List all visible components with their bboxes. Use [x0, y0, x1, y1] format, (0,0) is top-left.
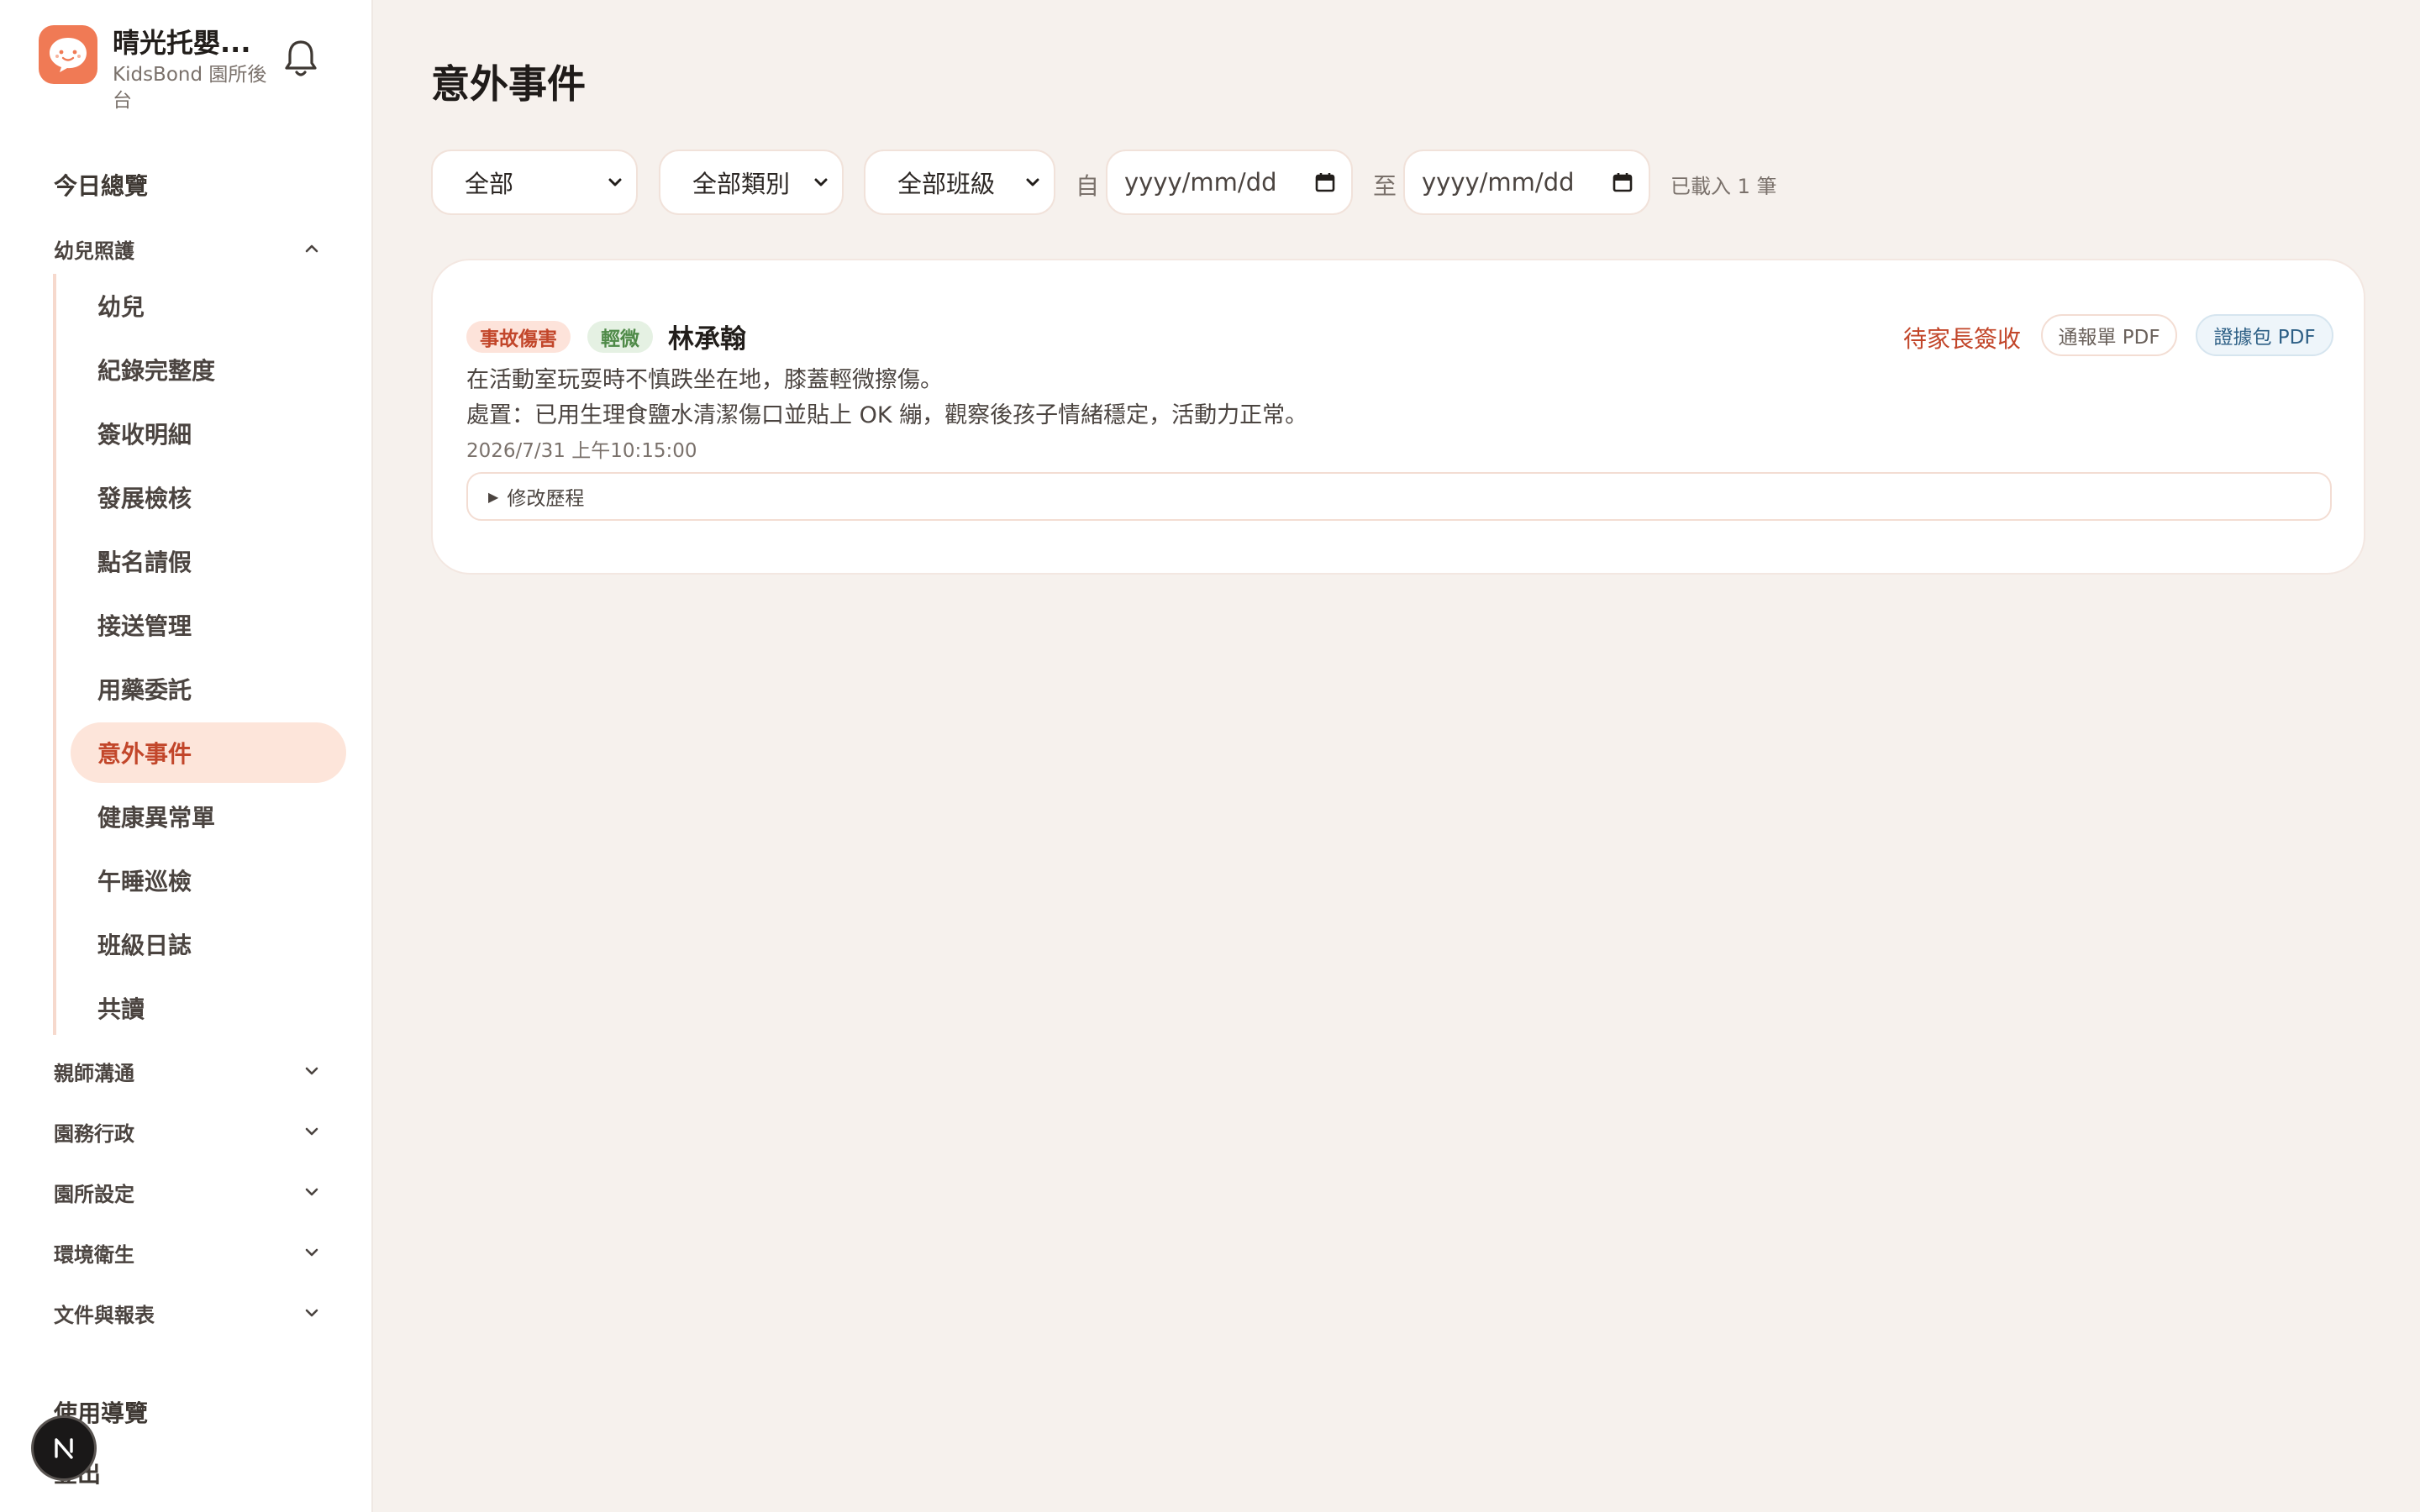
- date-to-input[interactable]: yyyy/mm/dd: [1403, 150, 1650, 215]
- chevron-down-icon: [305, 1248, 318, 1257]
- date-to-placeholder: yyyy/mm/dd: [1422, 168, 1575, 197]
- sidebar-group-label: 園務行政: [54, 1121, 134, 1146]
- revision-history-label: 修改歷程: [507, 488, 585, 510]
- sidebar-group-label: 文件與報表: [54, 1303, 155, 1327]
- category-filter-select[interactable]: 全部類別: [659, 150, 844, 215]
- chevron-down-icon: [814, 178, 828, 186]
- severity-badge: 輕微: [587, 321, 653, 353]
- incident-card: 事故傷害 輕微 林承翰 待家長簽收 通報單 PDF 證據包 PDF 在活動室玩耍…: [431, 259, 2365, 575]
- evidence-pdf-button[interactable]: 證據包 PDF: [2196, 314, 2333, 356]
- sidebar-item-record-completeness[interactable]: 紀錄完整度: [71, 339, 346, 400]
- sidebar-item-children[interactable]: 幼兒: [71, 276, 346, 336]
- chat-bubble-logo-icon: [39, 25, 97, 84]
- chevron-down-icon: [305, 1309, 318, 1317]
- brand-subtitle: KidsBond 園所後台: [113, 64, 267, 112]
- bell-icon[interactable]: [282, 37, 319, 81]
- date-from-placeholder: yyyy/mm/dd: [1124, 168, 1277, 197]
- incident-handling: 處置：已用生理食鹽水清潔傷口並貼上 OK 繃，觀察後孩子情緒穩定，活動力正常。: [466, 402, 1308, 428]
- date-to-label: 至: [1373, 172, 1397, 200]
- submenu-rail: [53, 274, 56, 1035]
- loaded-count: 已載入 1 筆: [1670, 175, 1777, 198]
- calendar-icon[interactable]: [1612, 171, 1634, 193]
- sidebar-item-attendance-leave[interactable]: 點名請假: [71, 531, 346, 591]
- sidebar: 晴光托嬰... KidsBond 園所後台 今日總覽 幼兒照護 幼兒 紀錄完整度…: [0, 0, 373, 1512]
- class-filter-select[interactable]: 全部班級: [864, 150, 1055, 215]
- chevron-down-icon: [305, 1067, 318, 1075]
- sidebar-group-settings[interactable]: 園所設定: [54, 1175, 321, 1209]
- class-filter-value: 全部班級: [897, 170, 996, 198]
- chevron-down-icon: [305, 1188, 318, 1196]
- notify-pdf-button[interactable]: 通報單 PDF: [2041, 314, 2177, 356]
- sidebar-item-class-journal[interactable]: 班級日誌: [71, 914, 346, 974]
- date-from-label: 自: [1076, 172, 1100, 200]
- triangle-right-icon: ▶: [488, 488, 499, 505]
- sidebar-item-incidents[interactable]: 意外事件: [71, 722, 346, 783]
- sidebar-group-label: 環境衛生: [54, 1242, 134, 1267]
- category-filter-value: 全部類別: [692, 170, 791, 198]
- chevron-down-icon: [305, 1127, 318, 1136]
- incident-type-badge: 事故傷害: [466, 321, 571, 353]
- revision-history-toggle[interactable]: ▶ 修改歷程: [466, 472, 2332, 521]
- sidebar-group-childcare[interactable]: 幼兒照護: [54, 232, 321, 265]
- sidebar-item-nap-check[interactable]: 午睡巡檢: [71, 850, 346, 911]
- date-from-input[interactable]: yyyy/mm/dd: [1106, 150, 1353, 215]
- sidebar-item-medication[interactable]: 用藥委託: [71, 659, 346, 719]
- brand-name: 晴光托嬰...: [113, 27, 251, 59]
- next-dev-tools-button[interactable]: [31, 1415, 97, 1481]
- sidebar-group-hygiene[interactable]: 環境衛生: [54, 1236, 321, 1269]
- child-name: 林承翰: [668, 324, 746, 354]
- page-title: 意外事件: [431, 61, 586, 107]
- chevron-down-icon: [608, 178, 622, 186]
- calendar-icon[interactable]: [1314, 171, 1336, 193]
- n-logo-icon: [55, 1438, 73, 1459]
- status-filter-value: 全部: [465, 170, 514, 198]
- brand: 晴光托嬰... KidsBond 園所後台: [39, 25, 272, 114]
- signoff-status: 待家長簽收: [1903, 325, 2022, 353]
- incident-description: 在活動室玩耍時不慎跌坐在地，膝蓋輕微擦傷。: [466, 367, 943, 393]
- status-filter-select[interactable]: 全部: [431, 150, 638, 215]
- sidebar-group-admin[interactable]: 園務行政: [54, 1115, 321, 1148]
- sidebar-group-label: 親師溝通: [54, 1061, 134, 1085]
- sidebar-item-reading[interactable]: 共讀: [71, 978, 346, 1038]
- sidebar-item-overview[interactable]: 今日總覽: [54, 168, 148, 202]
- sidebar-group-reports[interactable]: 文件與報表: [54, 1296, 321, 1330]
- chevron-down-icon: [1026, 178, 1039, 186]
- chevron-up-icon: [305, 244, 318, 253]
- sidebar-group-label: 幼兒照護: [54, 239, 134, 263]
- sidebar-item-pickup[interactable]: 接送管理: [71, 595, 346, 655]
- sidebar-group-label: 園所設定: [54, 1182, 134, 1206]
- sidebar-group-parent-comm[interactable]: 親師溝通: [54, 1054, 321, 1088]
- sidebar-item-development-check[interactable]: 發展檢核: [71, 467, 346, 528]
- sidebar-item-health-abnormal[interactable]: 健康異常單: [71, 786, 346, 847]
- incident-datetime: 2026/7/31 上午10:15:00: [466, 440, 697, 462]
- sidebar-item-signoff-details[interactable]: 簽收明細: [71, 403, 346, 464]
